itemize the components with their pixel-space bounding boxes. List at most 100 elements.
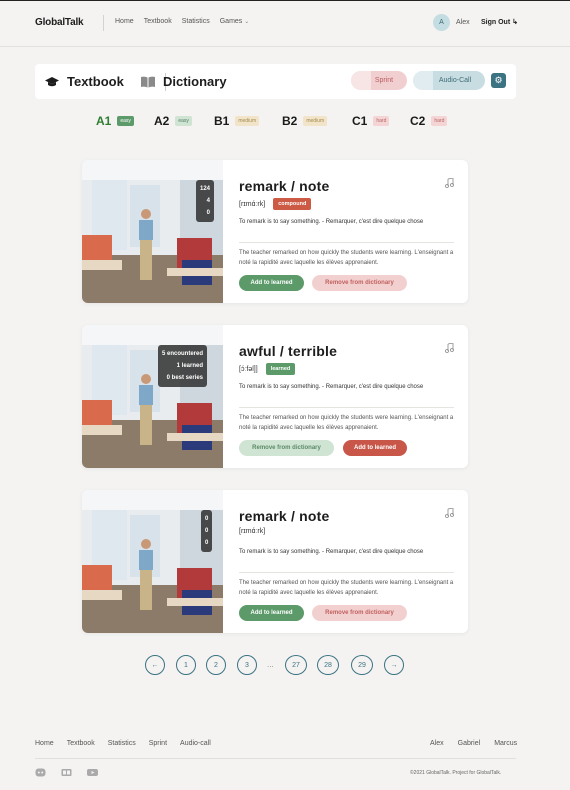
discord-icon[interactable] (35, 768, 46, 777)
developer-link[interactable]: Alex (430, 740, 444, 747)
page-button[interactable]: 29 (351, 655, 373, 675)
avatar[interactable]: A (433, 14, 450, 31)
level-a2[interactable]: A2 easy (154, 114, 192, 128)
nav-games[interactable]: Games ⌄ (220, 18, 250, 25)
top-header: GlobalTalk Home Textbook Statistics Game… (0, 1, 570, 47)
graduation-cap-icon (45, 76, 59, 86)
level-c1[interactable]: C1 hard (352, 114, 390, 128)
page-button[interactable]: 3 (237, 655, 257, 675)
difficulty-badge: easy (117, 116, 134, 126)
footer-developers: Alex Gabriel Marcus (430, 740, 517, 747)
nav-textbook[interactable]: Textbook (144, 18, 172, 25)
level-label: A2 (154, 114, 170, 128)
next-page-button[interactable]: → (384, 655, 404, 675)
github-icon[interactable] (61, 768, 72, 777)
user-info: A Alex (433, 14, 470, 31)
stat-encountered: 0 (205, 516, 209, 522)
stat-learned: 4 (206, 198, 211, 204)
sprint-label: Sprint (374, 77, 394, 84)
word-tag: compound (273, 198, 312, 210)
copyright: ©2021 GlobalTalk. Project for GlobalTalk… (410, 770, 502, 776)
difficulty-badge: hard (431, 116, 448, 126)
remove-from-dictionary-button[interactable]: Remove from dictionary (312, 605, 407, 621)
word-card: 5 encountered 1 learned 0 best series aw… (82, 325, 468, 468)
tab-dictionary[interactable]: Dictionary (141, 74, 227, 89)
page-button[interactable]: 28 (317, 655, 339, 675)
user-name: Alex (456, 19, 470, 26)
add-to-learned-button[interactable]: Add to learned (239, 605, 304, 621)
settings-button[interactable]: ⚙ (491, 73, 506, 88)
prev-page-button[interactable]: ← (145, 655, 165, 675)
logo[interactable]: GlobalTalk (35, 17, 84, 28)
footer-link-sprint[interactable]: Sprint (149, 740, 167, 747)
developer-link[interactable]: Gabriel (458, 740, 481, 747)
word-tag: learned (265, 363, 296, 375)
audio-play-icon[interactable] (444, 508, 454, 518)
footer-nav: Home Textbook Statistics Sprint Audio-ca… (35, 740, 211, 747)
stat-learned: 0 (205, 528, 209, 534)
audio-play-icon[interactable] (444, 178, 454, 188)
word-example: The teacher remarked on how quickly the … (239, 580, 454, 596)
level-label: B2 (282, 114, 298, 128)
footer-social (35, 768, 98, 777)
word-stats: 124 4 0 (196, 180, 215, 222)
word-card: 0 0 0 remark / note [rɪmɑ́ːrk] To remark… (82, 490, 468, 633)
nav-statistics[interactable]: Statistics (182, 18, 210, 25)
tab-textbook[interactable]: Textbook (45, 74, 124, 89)
difficulty-badge: hard (373, 116, 390, 126)
word-example: The teacher remarked on how quickly the … (239, 415, 454, 431)
footer-link-audio-call[interactable]: Audio-call (180, 740, 211, 747)
word-meaning: To remark is to say something. - Remarqu… (239, 549, 424, 555)
sprint-icon (351, 71, 371, 90)
card-divider (239, 242, 454, 243)
level-selector: A1 easy A2 easy B1 medium B2 medium C1 h… (0, 114, 570, 128)
signout-arrow-icon: ↳ (512, 19, 518, 26)
word-title: remark / note (239, 508, 330, 524)
transcription-row: [rɪmɑ́ːrk] (239, 528, 265, 535)
footer-link-home[interactable]: Home (35, 740, 54, 747)
audio-call-button[interactable]: Audio-Call (413, 71, 485, 90)
word-title: awful / terrible (239, 343, 338, 359)
audio-play-icon[interactable] (444, 343, 454, 353)
remove-from-dictionary-button[interactable]: Remove from dictionary (312, 275, 407, 291)
level-b2[interactable]: B2 medium (282, 114, 328, 128)
difficulty-badge: medium (235, 116, 260, 126)
level-label: B1 (214, 114, 230, 128)
word-stats: 0 0 0 (201, 510, 213, 552)
word-stats: 5 encountered 1 learned 0 best series (158, 345, 208, 387)
transcription: [rɪmɑ́ːrk] (239, 528, 266, 535)
sprint-button[interactable]: Sprint (351, 71, 407, 90)
section-bar: Textbook Dictionary Sprint Audio-Call ⚙ (35, 64, 516, 99)
page-button[interactable]: 2 (206, 655, 226, 675)
remove-from-dictionary-button[interactable]: Remove from dictionary (239, 440, 334, 456)
signout-label: Sign Out (481, 19, 511, 26)
chevron-down-icon: ⌄ (244, 19, 250, 25)
signout-button[interactable]: Sign Out ↳ (481, 18, 518, 26)
footer-link-statistics[interactable]: Statistics (108, 740, 136, 747)
transcription: [rɪmɑ́ːrk] (239, 200, 266, 208)
word-meaning: To remark is to say something. - Remarqu… (239, 384, 424, 390)
main-nav: Home Textbook Statistics Games ⌄ (115, 18, 249, 25)
transcription-row: [rɪmɑ́ːrk] compound (239, 198, 312, 210)
level-c2[interactable]: C2 hard (410, 114, 448, 128)
nav-home[interactable]: Home (115, 18, 134, 25)
gear-icon: ⚙ (494, 75, 503, 85)
pagination: ← 1 2 3 ... 27 28 29 → (0, 655, 570, 675)
audio-call-label: Audio-Call (438, 77, 472, 84)
add-to-learned-button[interactable]: Add to learned (343, 440, 407, 456)
difficulty-badge: medium (303, 116, 328, 126)
level-b1[interactable]: B1 medium (214, 114, 260, 128)
youtube-icon[interactable] (87, 768, 98, 777)
footer-divider (35, 758, 516, 759)
footer-link-textbook[interactable]: Textbook (67, 740, 95, 747)
developer-link[interactable]: Marcus (494, 740, 517, 747)
page-button[interactable]: 27 (285, 655, 307, 675)
transcription-row: [ɔ́ːfəl]] learned (239, 363, 296, 375)
pagination-ellipsis: ... (267, 660, 274, 669)
header-divider (103, 15, 104, 31)
add-to-learned-button[interactable]: Add to learned (239, 275, 304, 291)
level-a1[interactable]: A1 easy (96, 114, 134, 128)
stat-best-series: 0 (206, 210, 211, 216)
tab-dictionary-label: Dictionary (163, 74, 227, 89)
page-button[interactable]: 1 (176, 655, 196, 675)
